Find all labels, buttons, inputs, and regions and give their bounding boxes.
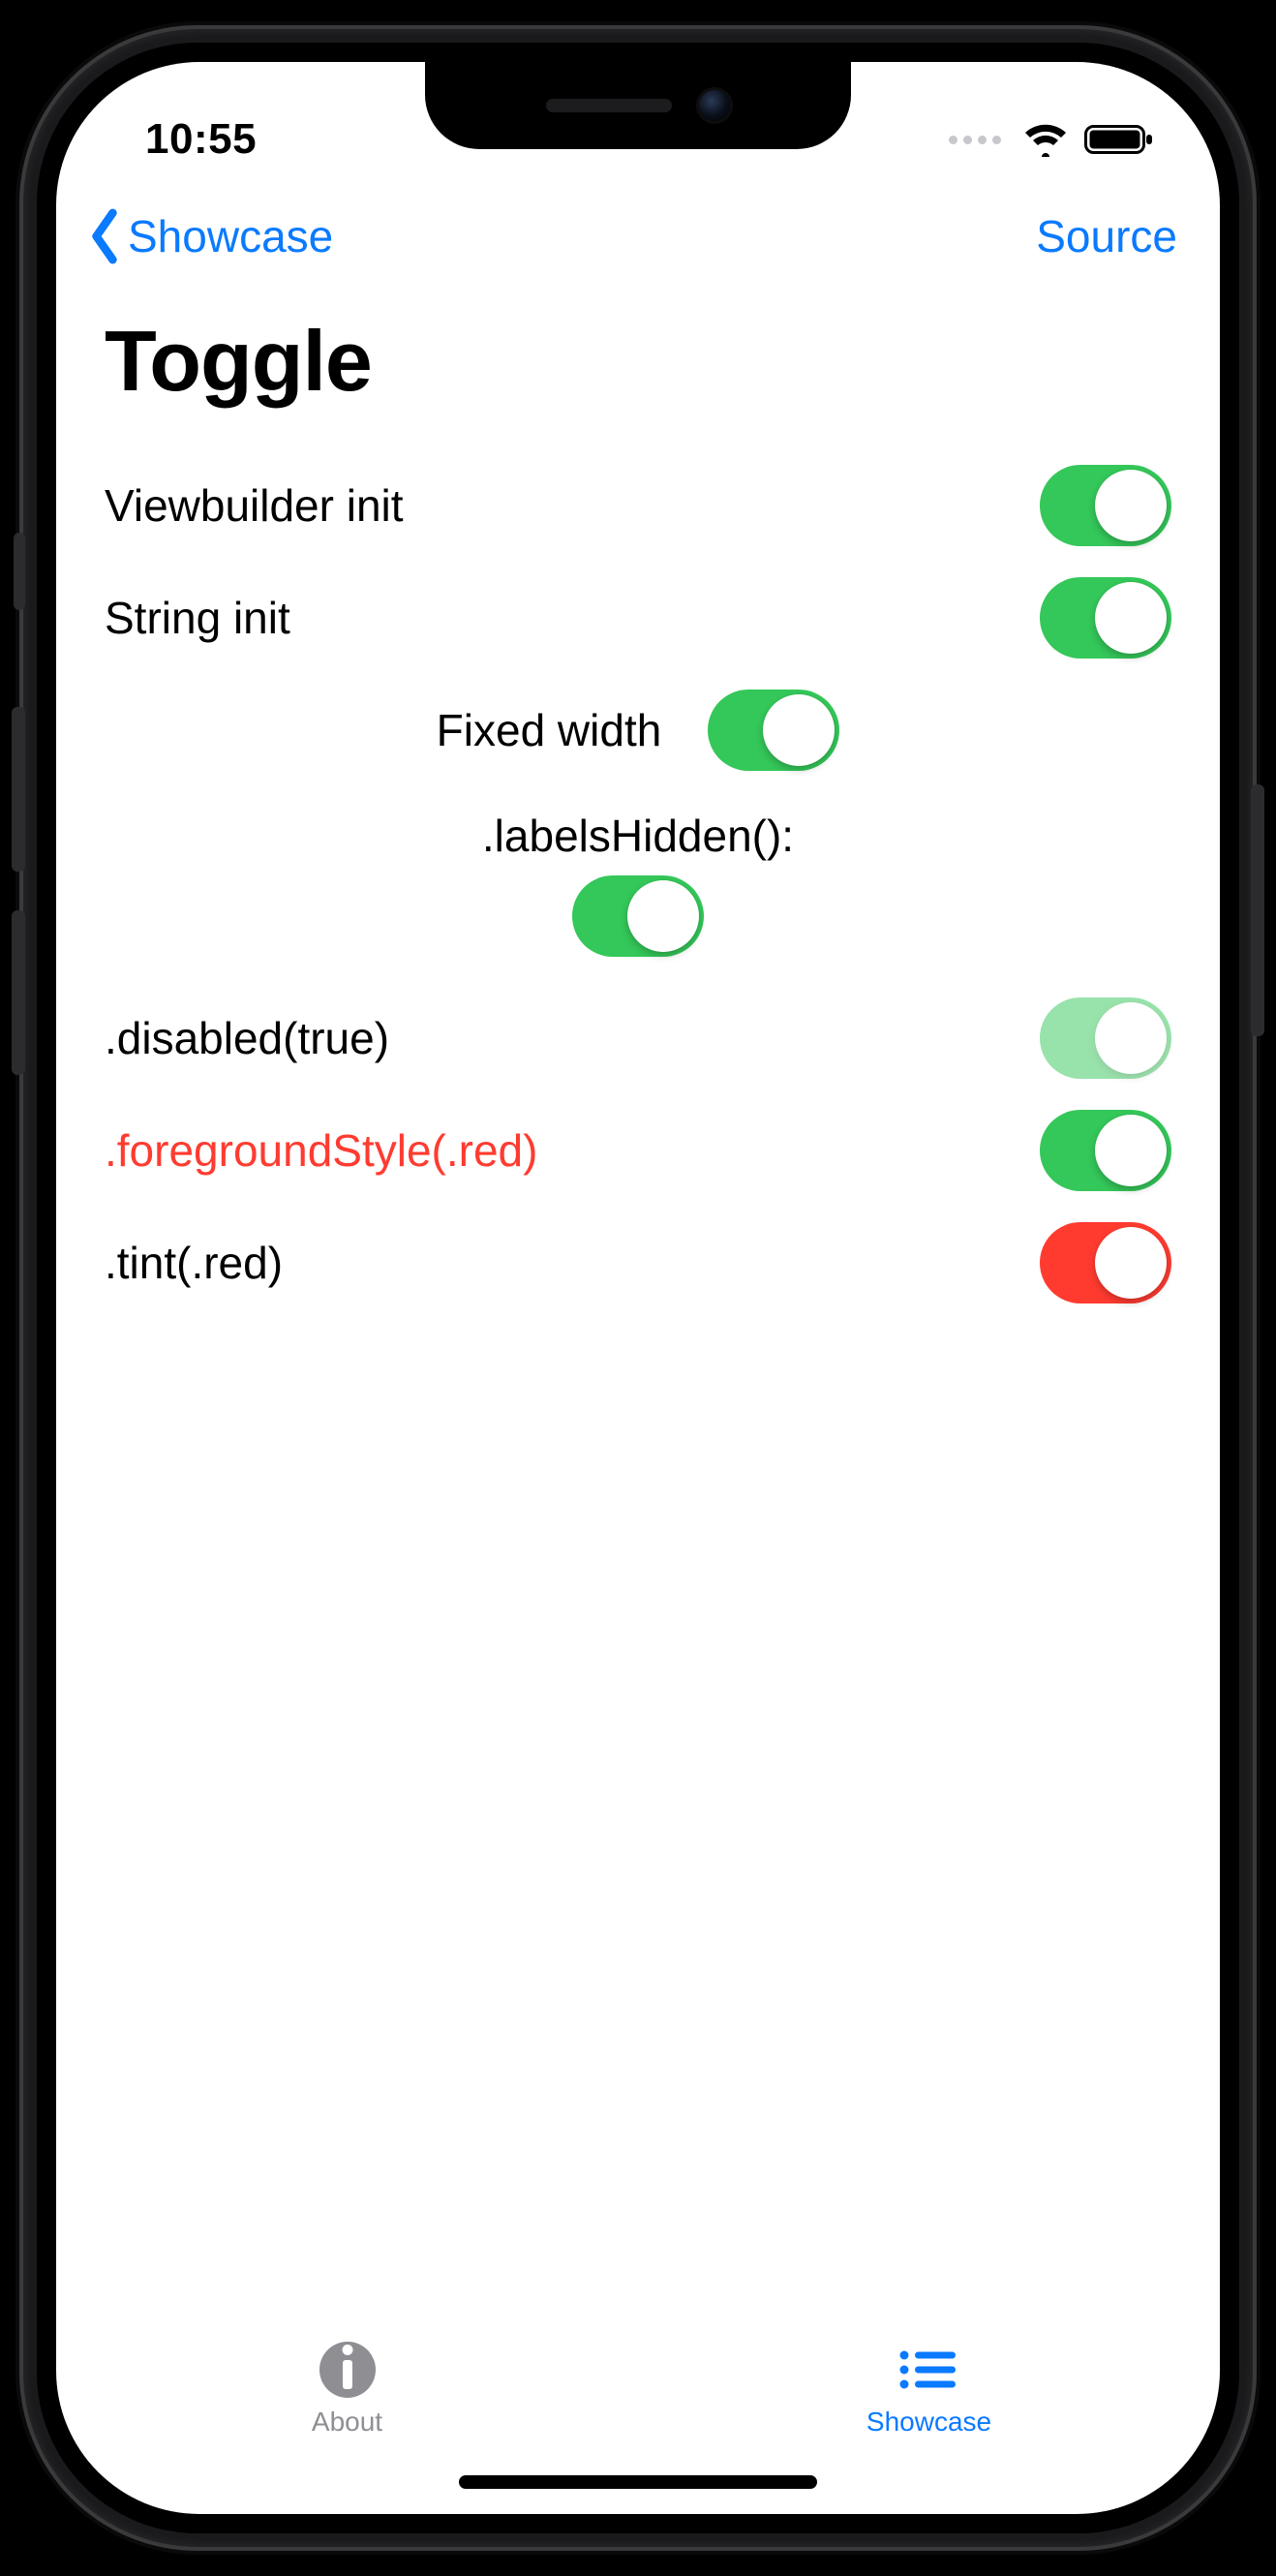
tab-label: Showcase — [866, 2407, 991, 2438]
phone-body: 10:55 — [23, 29, 1253, 2547]
toggle-viewbuilder[interactable] — [1040, 465, 1171, 546]
row-tint: .tint(.red) — [105, 1207, 1171, 1319]
power-button — [1251, 784, 1264, 1036]
navigation-bar: Showcase Source — [56, 188, 1220, 285]
speaker-grille — [546, 99, 672, 112]
info-circle-icon — [313, 2341, 382, 2399]
front-camera — [699, 90, 730, 121]
wifi-icon — [1022, 122, 1069, 157]
image-stage: 10:55 — [0, 0, 1276, 2576]
chevron-left-icon — [83, 208, 126, 264]
tab-label: About — [312, 2407, 382, 2438]
row-label: .foregroundStyle(.red) — [105, 1124, 537, 1177]
toggle-string[interactable] — [1040, 577, 1171, 659]
row-foreground-style: .foregroundStyle(.red) — [105, 1094, 1171, 1207]
back-button[interactable]: Showcase — [83, 208, 333, 264]
status-time: 10:55 — [145, 115, 257, 164]
content: Viewbuilder init String init Fixed width… — [56, 444, 1220, 2320]
volume-down-button — [12, 910, 25, 1075]
toggle-disabled — [1040, 997, 1171, 1079]
row-labels-hidden — [105, 872, 1171, 982]
toggle-fixed-width[interactable] — [708, 690, 839, 771]
battery-icon — [1084, 122, 1156, 157]
cellular-dots-icon — [949, 136, 1001, 144]
row-fixed-width: Fixed width — [105, 674, 1171, 786]
status-right — [949, 122, 1156, 157]
row-label: Fixed width — [437, 704, 662, 756]
row-label: Viewbuilder init — [105, 479, 404, 532]
toggle-labels-hidden[interactable] — [572, 875, 704, 957]
source-button[interactable]: Source — [1036, 210, 1177, 262]
row-string-init: String init — [105, 562, 1171, 674]
notch — [425, 62, 851, 149]
screen: 10:55 — [56, 62, 1220, 2514]
row-label: .disabled(true) — [105, 1012, 389, 1064]
toggle-foreground-style[interactable] — [1040, 1110, 1171, 1191]
row-label: String init — [105, 592, 290, 644]
volume-up-button — [12, 707, 25, 872]
labels-hidden-caption: .labelsHidden(): — [105, 786, 1171, 872]
home-indicator[interactable] — [459, 2475, 817, 2489]
row-label: .tint(.red) — [105, 1237, 283, 1289]
row-viewbuilder-init: Viewbuilder init — [105, 449, 1171, 562]
toggle-tint[interactable] — [1040, 1222, 1171, 1303]
page-title: Toggle — [56, 285, 1220, 444]
mute-switch — [14, 533, 25, 610]
list-bullet-icon — [895, 2341, 964, 2399]
row-disabled: .disabled(true) — [105, 982, 1171, 1094]
back-label: Showcase — [128, 210, 333, 262]
